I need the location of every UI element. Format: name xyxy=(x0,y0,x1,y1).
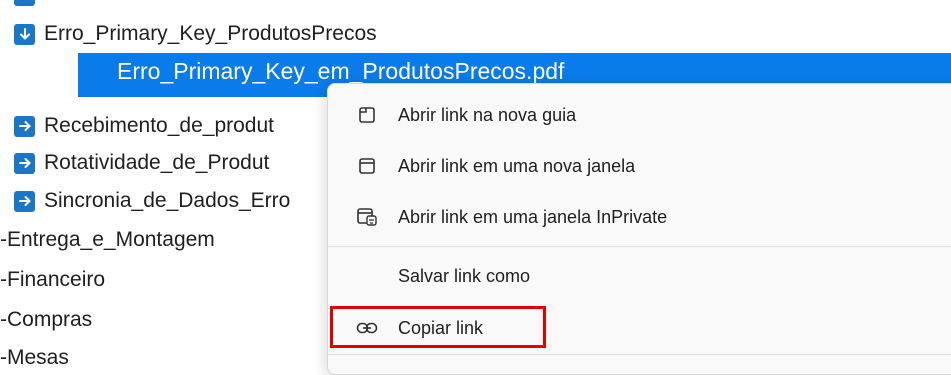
menu-item-label: Abrir link na nova guia xyxy=(398,104,577,125)
inprivate-window-icon xyxy=(356,206,378,228)
menu-item-save-link-as[interactable]: Salvar link como xyxy=(328,254,951,298)
menu-item-label: Salvar link como xyxy=(398,265,531,286)
arrow-right-icon xyxy=(14,152,35,174)
arrow-down-icon xyxy=(14,23,35,45)
menu-item-open-new-tab[interactable]: Abrir link na nova guia xyxy=(328,93,951,137)
folder-item[interactable]: -Mesas xyxy=(0,346,69,370)
menu-item-open-inprivate[interactable]: Abrir link em uma janela InPrivate xyxy=(328,195,951,239)
tree-item-label: Sincronia_de_Dados_Erro xyxy=(44,189,291,212)
tree-item-label: Erro_Primary_Key_ProdutosPrecos xyxy=(44,22,377,45)
folder-item[interactable]: -Financeiro xyxy=(0,268,105,292)
tree-item-link[interactable]: Rotatividade_de_Produt xyxy=(14,148,269,178)
new-tab-icon xyxy=(356,104,378,126)
arrow-right-icon xyxy=(14,190,35,212)
folder-item[interactable]: -Compras xyxy=(0,308,92,332)
menu-item-open-new-window[interactable]: Abrir link em uma nova janela xyxy=(328,144,951,188)
menu-separator xyxy=(328,246,951,247)
partial-icon xyxy=(14,0,35,6)
menu-item-label: Abrir link em uma janela InPrivate xyxy=(398,206,668,227)
arrow-right-icon xyxy=(14,115,35,137)
tree-item-label: Recebimento_de_produt xyxy=(44,114,274,137)
tree-item-link[interactable]: Recebimento_de_produt xyxy=(14,111,274,141)
tree-item-label: Rotatividade_de_Produt xyxy=(44,151,270,174)
tree-item-link[interactable]: Sincronia_de_Dados_Erro xyxy=(14,186,290,216)
menu-separator xyxy=(328,354,951,355)
menu-item-label: Abrir link em uma nova janela xyxy=(398,155,636,176)
folder-item[interactable]: -Entrega_e_Montagem xyxy=(0,228,215,252)
tree-item-download[interactable]: Erro_Primary_Key_ProdutosPrecos xyxy=(14,19,377,49)
selected-file-link[interactable]: Erro_Primary_Key_em_ProdutosPrecos.pdf xyxy=(117,58,564,85)
highlight-annotation xyxy=(330,306,546,348)
new-window-icon xyxy=(356,155,378,177)
